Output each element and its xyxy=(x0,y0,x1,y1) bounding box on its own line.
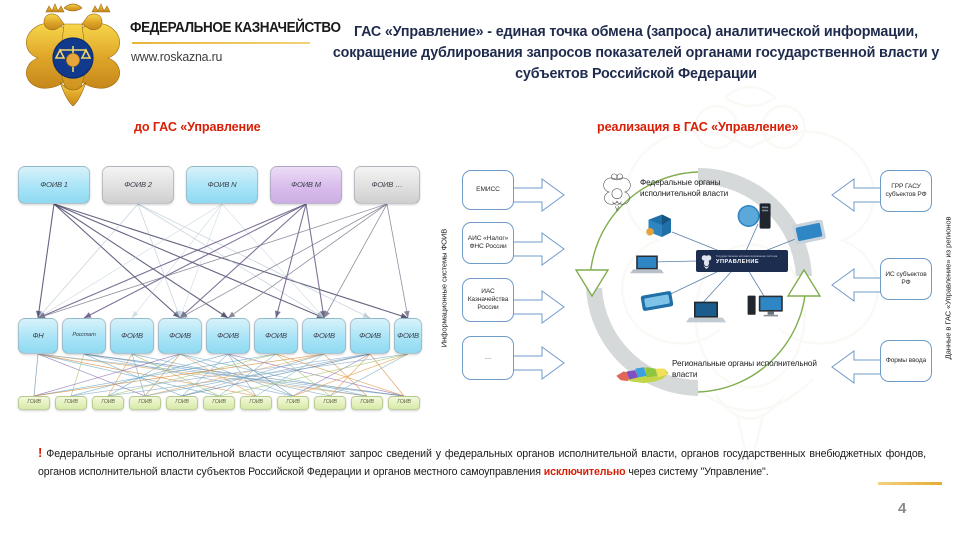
node-goiv-3[interactable]: ГОИВ xyxy=(92,396,124,410)
brand-url: www.roskazna.ru xyxy=(131,49,223,64)
right-axis-label: Данные в ГАС «Управление» из регионов xyxy=(943,216,953,360)
node-foiv-m7[interactable]: ФОИВ xyxy=(394,318,422,354)
tablet-icon xyxy=(792,220,826,244)
footnote: ! Федеральные органы исполнительной влас… xyxy=(38,444,926,481)
node-fn[interactable]: ФН xyxy=(18,318,58,354)
laptop-icon-center xyxy=(686,301,726,323)
page-number: 4 xyxy=(898,500,907,517)
node-foiv-m1[interactable]: ФОИВ xyxy=(110,318,154,354)
tablet-icon-blue xyxy=(640,291,674,311)
box-input-forms[interactable]: Формы ввода xyxy=(880,340,932,382)
node-goiv-7[interactable]: ГОИВ xyxy=(240,396,272,410)
slide-root: ФЕДЕРАЛЬНОЕ КАЗНАЧЕЙСТВО www.roskazna.ru… xyxy=(0,0,960,540)
laptop-icon-left xyxy=(630,255,664,274)
desktop-pc-icon xyxy=(747,295,783,317)
footnote-highlight: исключительно xyxy=(543,465,626,478)
warning-marker-icon: ! xyxy=(38,445,43,460)
federal-treasury-eagle-icon xyxy=(26,3,120,107)
box-emiss[interactable]: ЕМИСС xyxy=(462,170,514,210)
node-foiv-m5[interactable]: ФОИВ xyxy=(302,318,346,354)
caption-after: реализация в ГАС «Управление» xyxy=(597,120,799,134)
gasu-implementation-diagram: Информационные системы ФОИВ Данные в ГАС… xyxy=(440,160,956,418)
footnote-text-2: через систему "Управление". xyxy=(625,465,769,478)
box-ias-treasury[interactable]: ИАС Казначейства России xyxy=(462,278,514,322)
before-state-diagram: ФОИВ 1 ФОИВ 2 ФОИВ N ФОИВ М ФОИВ … ФН Ро… xyxy=(14,160,424,418)
brand-title: ФЕДЕРАЛЬНОЕ КАЗНАЧЕЙСТВО xyxy=(130,20,341,36)
node-goiv-1[interactable]: ГОИВ xyxy=(18,396,50,410)
node-goiv-11[interactable]: ГОИВ xyxy=(388,396,420,410)
node-foiv-m3[interactable]: ФОИВ xyxy=(206,318,250,354)
label-federal-authorities: Федеральные органы исполнительной власти xyxy=(640,178,729,199)
page-number-rule xyxy=(878,482,942,485)
node-foiv-n[interactable]: ФОИВ N xyxy=(186,166,258,204)
node-foiv-1[interactable]: ФОИВ 1 xyxy=(18,166,90,204)
caption-before: до ГАС «Управление xyxy=(134,120,261,134)
box-is-regions[interactable]: ИС субъектов РФ xyxy=(880,258,932,300)
box-left-ellipsis[interactable]: … xyxy=(462,336,514,380)
slide-headline: ГАС «Управление» - единая точка обмена (… xyxy=(332,24,940,82)
node-rosstat[interactable]: Росстат xyxy=(62,318,106,354)
node-goiv-5[interactable]: ГОИВ xyxy=(166,396,198,410)
node-goiv-9[interactable]: ГОИВ xyxy=(314,396,346,410)
node-goiv-10[interactable]: ГОИВ xyxy=(351,396,383,410)
cloud-server-icon xyxy=(737,203,771,229)
box-ais-nalog-fns[interactable]: АИС «Налог» ФНС России xyxy=(462,222,514,264)
federal-eagle-small-icon xyxy=(603,173,631,212)
node-foiv-etc[interactable]: ФОИВ … xyxy=(354,166,420,204)
node-foiv-2[interactable]: ФОИВ 2 xyxy=(102,166,174,204)
node-goiv-2[interactable]: ГОИВ xyxy=(55,396,87,410)
node-goiv-6[interactable]: ГОИВ xyxy=(203,396,235,410)
node-foiv-m4[interactable]: ФОИВ xyxy=(254,318,298,354)
gasu-upravlenie-hub[interactable]: Государственная автоматизированная систе… xyxy=(696,250,788,272)
node-foiv-m6[interactable]: ФОИВ xyxy=(350,318,390,354)
russia-regions-map-icon xyxy=(616,367,669,384)
left-axis-label: Информационные системы ФОИВ xyxy=(439,228,449,348)
node-goiv-8[interactable]: ГОИВ xyxy=(277,396,309,410)
server-rack-icon xyxy=(646,214,671,237)
brand-header: ФЕДЕРАЛЬНОЕ КАЗНАЧЕЙСТВО www.roskazna.ru xyxy=(8,2,341,112)
node-goiv-4[interactable]: ГОИВ xyxy=(129,396,161,410)
node-foiv-m2[interactable]: ФОИВ xyxy=(158,318,202,354)
label-regional-authorities: Региональные органы исполнительной власт… xyxy=(672,359,817,380)
hub-title: УПРАВЛЕНИЕ xyxy=(716,259,760,266)
node-foiv-m[interactable]: ФОИВ М xyxy=(270,166,342,204)
footnote-text-1: Федеральные органы исполнительной власти… xyxy=(38,448,927,478)
brand-divider xyxy=(132,42,310,44)
hub-eagle-icon xyxy=(701,254,712,269)
box-grr-gasu-regions[interactable]: ГРР ГАСУ субъектов РФ xyxy=(880,170,932,212)
